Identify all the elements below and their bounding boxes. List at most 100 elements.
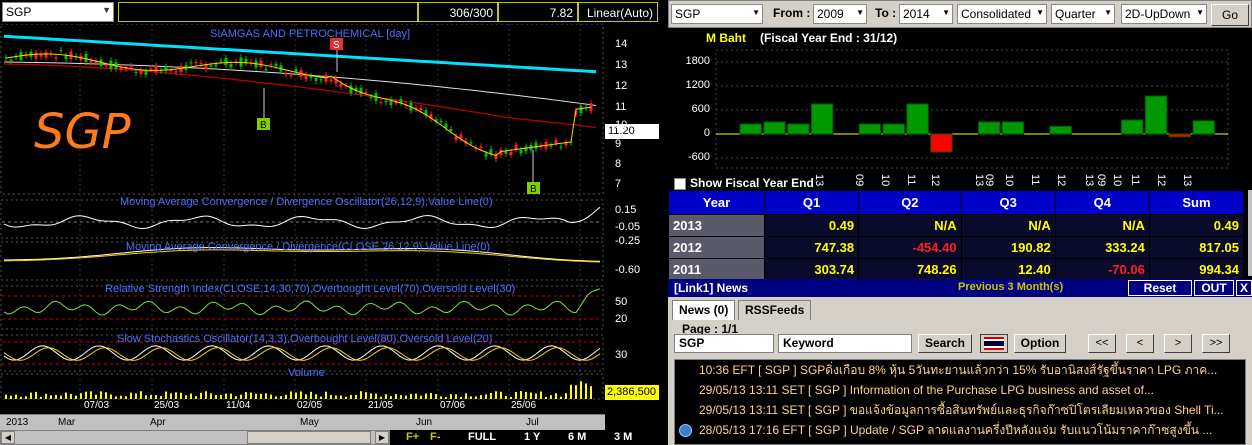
volume-bar — [90, 391, 92, 399]
table-cell: 12.40 — [960, 258, 1056, 281]
out-button[interactable]: OUT — [1194, 280, 1234, 296]
volume-bar — [575, 385, 577, 399]
volume-bar — [475, 396, 477, 399]
reset-button[interactable]: Reset — [1128, 280, 1192, 296]
chevron-down-icon: ▼ — [752, 8, 760, 17]
zoom-3m-button[interactable]: 3 M — [614, 431, 632, 443]
candle — [44, 52, 48, 58]
volume-bar — [580, 381, 582, 399]
volume-bar — [430, 393, 432, 399]
table-cell: 190.82 — [960, 236, 1056, 259]
candle — [84, 53, 88, 63]
volume-bar — [70, 394, 72, 399]
first-page-button[interactable]: << — [1088, 334, 1116, 353]
news-item[interactable]: 29/05/13 13:11 SET [ SGP ] Information o… — [675, 380, 1245, 400]
zoom-6m-button[interactable]: 6 M — [568, 431, 586, 443]
chart-horizontal-scrollbar[interactable]: ◀ ▶ — [0, 430, 390, 445]
financial-table: Year Q1 Q2 Q3 Q4 Sum 2013 0.49 N/A N/A N/A 0.… — [668, 190, 1245, 281]
table-cell: -454.40 — [858, 236, 962, 259]
volume-bar — [115, 396, 117, 399]
scroll-right-icon[interactable]: ▶ — [375, 431, 389, 444]
table-row[interactable]: 2012 747.38 -454.40 190.82 333.24 817.05 — [668, 236, 1245, 259]
volume-bar — [550, 395, 552, 399]
volume-bar — [380, 396, 382, 399]
volume-bar — [420, 395, 422, 399]
volume-bar — [45, 393, 47, 399]
from-year-select[interactable]: 2009 ▼ — [813, 4, 867, 24]
volume-bar — [285, 394, 287, 399]
bar — [739, 123, 762, 135]
price-axis-label: 14 — [615, 38, 628, 50]
scroll-left-icon[interactable]: ◀ — [1, 431, 15, 444]
show-fiscal-year-toggle[interactable]: Show Fiscal Year End — [674, 176, 814, 190]
news-option-button[interactable]: Option — [1014, 334, 1066, 353]
zoom-full-button[interactable]: FULL — [468, 431, 496, 443]
bar-x-label: 10 — [1111, 174, 1123, 186]
chart-symbol-select[interactable]: SGP ▼ — [2, 2, 114, 22]
view-select[interactable]: 2D-UpDown ▼ — [1121, 4, 1207, 24]
bar-x-label: 10 — [1003, 174, 1015, 186]
bar — [977, 121, 1001, 135]
news-item[interactable]: 29/05/13 13:11 SET [ SGP ] ขอแจ้งข้อมูลก… — [675, 400, 1245, 420]
last-page-button[interactable]: >> — [1202, 334, 1230, 353]
prev-page-button[interactable]: < — [1126, 334, 1154, 353]
zoom-1y-button[interactable]: 1 Y — [524, 431, 540, 443]
volume-bar — [25, 396, 27, 399]
period-select[interactable]: Quarter ▼ — [1051, 4, 1115, 24]
table-cell: 2011 — [668, 258, 765, 281]
bar-x-label: 11 — [905, 174, 917, 185]
news-list: 10:36 EFT [ SGP ] SGPดิ่งเกือบ 8% หุ้น 5… — [674, 359, 1246, 445]
volume-bar — [335, 395, 337, 399]
chart-info-box — [118, 2, 418, 22]
chevron-down-icon: ▼ — [1196, 8, 1204, 17]
volume-bar — [425, 393, 427, 399]
candle — [399, 99, 403, 103]
candle — [189, 62, 193, 64]
checkbox-icon[interactable] — [674, 177, 686, 190]
scroll-thumb[interactable] — [247, 431, 371, 444]
table-row[interactable]: 2011 303.74 748.26 12.40 -70.06 994.34 — [668, 258, 1245, 281]
close-icon[interactable]: X — [1236, 280, 1252, 296]
news-item[interactable]: 28/05/13 17:16 EFT [ SGP ] Update / SGP … — [675, 420, 1245, 440]
news-symbol-input[interactable]: SGP — [674, 334, 774, 353]
volume-bar — [340, 395, 342, 399]
volume-bar — [125, 396, 127, 399]
to-year-select[interactable]: 2014 ▼ — [899, 4, 953, 24]
volume-bar — [185, 395, 187, 399]
price-axis-label: 10 — [615, 119, 628, 131]
language-flag-icon[interactable] — [980, 334, 1008, 353]
candle — [174, 71, 178, 73]
financial-symbol-select[interactable]: SGP ▼ — [671, 4, 763, 24]
volume-bar — [180, 392, 182, 399]
table-vertical-scrollbar[interactable] — [1248, 190, 1252, 276]
candle — [149, 68, 153, 70]
tab-news[interactable]: News (0) — [672, 300, 736, 320]
news-search-button[interactable]: Search — [918, 334, 972, 353]
tab-rssfeeds[interactable]: RSSFeeds — [738, 300, 812, 320]
zoom-in-button[interactable]: F+ — [406, 431, 419, 443]
zoom-out-button[interactable]: F- — [430, 431, 440, 443]
volume-bar — [15, 394, 17, 399]
volume-bar — [130, 392, 132, 399]
table-row[interactable]: 2013 0.49 N/A N/A N/A 0.49 — [668, 214, 1245, 237]
volume-bar — [400, 395, 402, 399]
news-item[interactable]: 10:36 EFT [ SGP ] SGPดิ่งเกือบ 8% หุ้น 5… — [675, 360, 1245, 380]
consolidation-select[interactable]: Consolidated ▼ — [957, 4, 1047, 24]
candle — [34, 52, 38, 59]
bar-x-label: 13 — [813, 174, 825, 186]
candle — [294, 69, 298, 72]
volume-bar — [405, 395, 407, 399]
chart-canvas[interactable]: SBB SIAMGAS AND PETROCHEMICAL [day] SGP … — [0, 24, 660, 445]
next-page-button[interactable]: > — [1164, 334, 1192, 353]
news-previous-range[interactable]: Previous 3 Month(s) — [958, 281, 1063, 293]
volume-bar — [370, 393, 372, 399]
candle — [144, 71, 148, 75]
news-keyword-input[interactable]: Keyword — [778, 334, 912, 353]
table-cell: 994.34 — [1148, 258, 1245, 281]
chart-scale-mode[interactable]: Linear(Auto) — [578, 2, 658, 22]
rsi-title: Relative Strength Index(CLOSE,14,30,70),… — [105, 283, 516, 295]
go-button[interactable]: Go — [1211, 4, 1249, 26]
volume-bar — [320, 396, 322, 399]
news-panel: [Link1] News Previous 3 Month(s) Reset O… — [668, 279, 1252, 445]
volume-bar — [240, 394, 242, 399]
